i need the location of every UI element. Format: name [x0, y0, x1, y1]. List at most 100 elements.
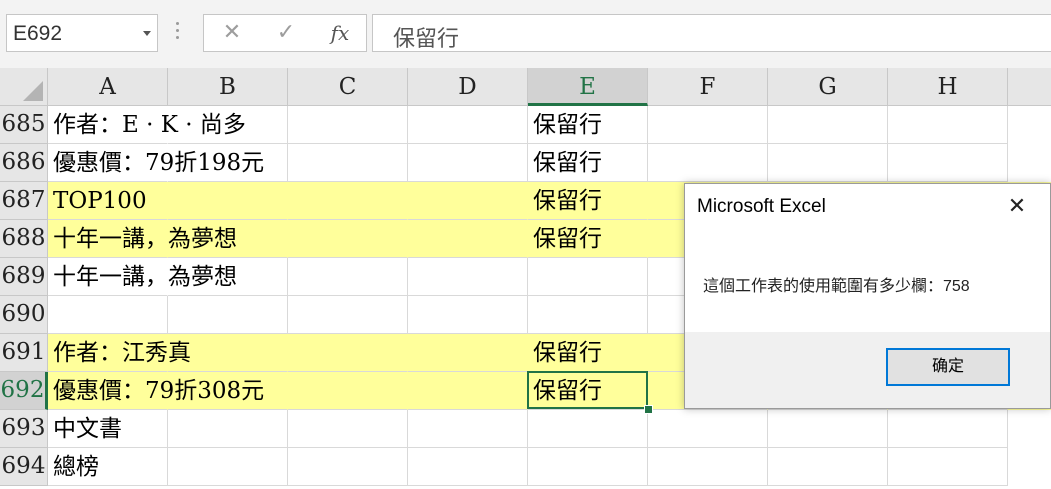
column-header-b[interactable]: B — [168, 68, 288, 106]
insert-function-icon[interactable]: fx — [324, 19, 356, 47]
cell-h[interactable] — [888, 448, 1008, 486]
row-header[interactable]: 688 — [0, 220, 48, 258]
cell-d[interactable] — [408, 410, 528, 448]
cell-h[interactable] — [888, 410, 1008, 448]
cell-b[interactable] — [168, 448, 288, 486]
cell-c[interactable] — [288, 106, 408, 144]
row-header[interactable]: 687 — [0, 182, 48, 220]
table-row: 中文書 — [48, 410, 1051, 448]
cell-c[interactable] — [288, 144, 408, 182]
column-header-g[interactable]: G — [768, 68, 888, 106]
name-box-value: E692 — [13, 22, 63, 45]
cell-f[interactable] — [648, 106, 768, 144]
select-all-icon — [23, 81, 43, 101]
column-header-d[interactable]: D — [408, 68, 528, 106]
cell-d[interactable] — [408, 182, 528, 220]
cell-e[interactable] — [528, 448, 648, 486]
cell-c[interactable] — [288, 220, 408, 258]
cell-d[interactable] — [408, 144, 528, 182]
close-icon[interactable]: ✕ — [1004, 194, 1030, 220]
cell-a[interactable]: 優惠價：79折308元 — [48, 372, 264, 410]
formula-input[interactable]: 保留行 — [372, 14, 1051, 52]
cell-a[interactable]: 作者：E · K · 尚多 — [48, 106, 246, 144]
cell-b[interactable] — [168, 334, 288, 372]
cell-c[interactable] — [288, 372, 408, 410]
cell-c[interactable] — [288, 182, 408, 220]
cell-b[interactable] — [168, 410, 288, 448]
formula-buttons: ✕ ✓ fx — [203, 14, 367, 52]
formula-input-value: 保留行 — [393, 27, 460, 52]
cell-g[interactable] — [768, 448, 888, 486]
cell-a[interactable]: 十年一講，為夢想 — [48, 220, 237, 258]
cell-e[interactable]: 保留行 — [528, 106, 648, 144]
cell-a[interactable]: 作者：江秀真 — [48, 334, 191, 372]
row-header[interactable]: 685 — [0, 106, 48, 144]
cell-d[interactable] — [408, 334, 528, 372]
fill-handle[interactable] — [644, 405, 653, 414]
cell-e[interactable] — [528, 296, 648, 334]
cell-a[interactable]: 十年一講，為夢想 — [48, 258, 237, 296]
cell-b[interactable] — [168, 220, 288, 258]
cell-c[interactable] — [288, 258, 408, 296]
row-header[interactable]: 694 — [0, 448, 48, 486]
row-header[interactable]: 691 — [0, 334, 48, 372]
cell-b[interactable] — [168, 144, 288, 182]
name-box[interactable]: E692 — [6, 14, 158, 52]
cell-f[interactable] — [648, 448, 768, 486]
ok-button[interactable]: 确定 — [886, 348, 1010, 386]
cell-b[interactable] — [168, 296, 288, 334]
cell-a[interactable]: TOP100 — [48, 182, 168, 220]
cell-b[interactable] — [168, 106, 288, 144]
column-header-i[interactable] — [1008, 68, 1051, 106]
column-header-f[interactable]: F — [648, 68, 768, 106]
cell-a[interactable]: 中文書 — [48, 410, 168, 448]
check-icon[interactable]: ✓ — [270, 19, 302, 47]
cell-e[interactable]: 保留行 — [528, 144, 648, 182]
cell-e[interactable]: 保留行 — [528, 182, 648, 220]
formula-bar: E692 ✕ ✓ fx 保留行 — [0, 0, 1051, 68]
chevron-down-icon[interactable] — [143, 31, 151, 36]
cell-d[interactable] — [408, 448, 528, 486]
cell-e[interactable] — [528, 410, 648, 448]
cell-e[interactable] — [528, 258, 648, 296]
drag-handle-icon[interactable] — [176, 22, 180, 44]
cell-b[interactable] — [168, 258, 288, 296]
cell-h[interactable] — [888, 106, 1008, 144]
message-dialog: Microsoft Excel ✕ 這個工作表的使用範圍有多少欄：758 确定 — [684, 183, 1051, 409]
cell-c[interactable] — [288, 410, 408, 448]
cell-g[interactable] — [768, 410, 888, 448]
dialog-title: Microsoft Excel — [697, 196, 826, 217]
cell-f[interactable] — [648, 410, 768, 448]
cell-d[interactable] — [408, 372, 528, 410]
cell-h[interactable] — [888, 144, 1008, 182]
cell-d[interactable] — [408, 106, 528, 144]
cell-c[interactable] — [288, 448, 408, 486]
select-all-button[interactable] — [0, 68, 48, 106]
cell-f[interactable] — [648, 144, 768, 182]
cell-e[interactable]: 保留行 — [528, 334, 648, 372]
row-header[interactable]: 693 — [0, 410, 48, 448]
cell-g[interactable] — [768, 144, 888, 182]
row-header[interactable]: 689 — [0, 258, 48, 296]
column-header-h[interactable]: H — [888, 68, 1008, 106]
row-header[interactable]: 690 — [0, 296, 48, 334]
column-header-c[interactable]: C — [288, 68, 408, 106]
row-header-selected[interactable]: 692 — [0, 372, 48, 410]
cell-d[interactable] — [408, 258, 528, 296]
row-header[interactable]: 686 — [0, 144, 48, 182]
column-header-a[interactable]: A — [48, 68, 168, 106]
cell-a[interactable]: 總榜 — [48, 448, 168, 486]
table-row: 總榜 — [48, 448, 1051, 486]
cell-e[interactable]: 保留行 — [528, 220, 648, 258]
cell-c[interactable] — [288, 296, 408, 334]
column-header-e[interactable]: E — [528, 68, 648, 106]
cell-d[interactable] — [408, 296, 528, 334]
cancel-icon[interactable]: ✕ — [216, 19, 248, 47]
cell-c[interactable] — [288, 334, 408, 372]
cell-g[interactable] — [768, 106, 888, 144]
cell-b[interactable] — [168, 372, 288, 410]
cell-a[interactable]: 優惠價：79折198元 — [48, 144, 264, 182]
cell-b[interactable] — [168, 182, 288, 220]
cell-d[interactable] — [408, 220, 528, 258]
cell-a[interactable] — [48, 296, 168, 334]
